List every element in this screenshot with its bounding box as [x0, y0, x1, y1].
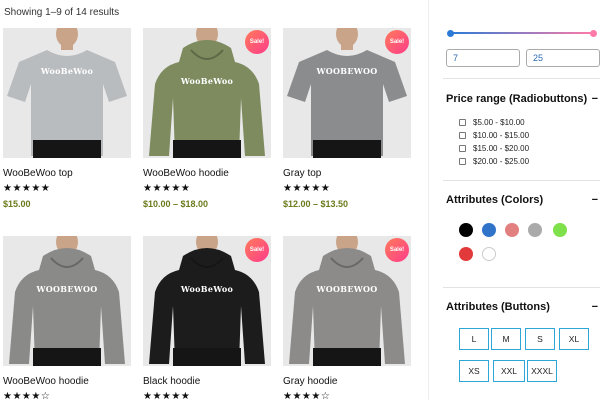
price-radio-option[interactable]: $15.00 - $20.00: [459, 142, 529, 155]
size-button[interactable]: L: [459, 328, 489, 350]
product-title[interactable]: Gray hoodie: [283, 376, 411, 387]
product-print-text: WOOBEWOO: [316, 284, 378, 294]
divider: [443, 180, 600, 181]
color-swatch[interactable]: [505, 223, 519, 237]
garment-illustration: [7, 28, 127, 158]
checkbox-icon[interactable]: [459, 145, 466, 152]
garment-illustration: [9, 236, 125, 366]
collapse-icon[interactable]: −: [592, 93, 598, 105]
colors-title[interactable]: Attributes (Colors) −: [446, 194, 598, 206]
color-swatch[interactable]: [553, 223, 567, 237]
checkbox-icon[interactable]: [459, 132, 466, 139]
price-slider-track: [451, 32, 593, 34]
sizes-title-text: Attributes (Buttons): [446, 301, 550, 313]
product-print-text: WOOBEWOO: [36, 284, 98, 294]
collapse-icon[interactable]: −: [592, 194, 598, 206]
color-swatch[interactable]: [459, 223, 473, 237]
product-price: $10.00 – $18.00: [143, 199, 209, 209]
price-radio-title[interactable]: Price range (Radiobuttons) −: [446, 93, 598, 105]
color-swatch[interactable]: [482, 247, 496, 261]
product-title[interactable]: WooBeWoo hoodie: [3, 376, 131, 387]
size-button[interactable]: S: [525, 328, 555, 350]
price-radio-label: $15.00 - $20.00: [473, 144, 530, 153]
price-slider-min-handle[interactable]: [447, 30, 454, 37]
price-radio-label: $10.00 - $15.00: [473, 131, 530, 140]
price-max-input[interactable]: 25: [526, 49, 600, 67]
divider: [443, 78, 600, 79]
sizes-title[interactable]: Attributes (Buttons) −: [446, 301, 598, 313]
product-card[interactable]: WooBeWoo Sale! Black hoodie ★★★★★: [143, 236, 271, 400]
sale-badge: Sale!: [245, 238, 269, 262]
star-rating: ★★★★☆: [3, 391, 51, 400]
product-card[interactable]: WOOBEWOO Sale! Gray hoodie ★★★★☆: [283, 236, 411, 400]
sale-badge: Sale!: [245, 30, 269, 54]
product-image[interactable]: WOOBEWOO: [3, 236, 131, 366]
filters-sidebar: 7 25 Price range (Radiobuttons) − $5.00 …: [428, 0, 600, 400]
size-button[interactable]: XXL: [493, 360, 525, 382]
checkbox-icon[interactable]: [459, 158, 466, 165]
price-radio-label: $20.00 - $25.00: [473, 157, 530, 166]
sale-badge: Sale!: [385, 30, 409, 54]
star-rating: ★★★★★: [143, 391, 191, 400]
product-title[interactable]: Black hoodie: [143, 376, 271, 387]
color-swatch[interactable]: [528, 223, 542, 237]
product-image[interactable]: WooBeWoo: [3, 28, 131, 158]
price-slider[interactable]: [447, 30, 597, 37]
price-radio-title-text: Price range (Radiobuttons): [446, 93, 588, 105]
sale-badge: Sale!: [385, 238, 409, 262]
star-rating: ★★★★☆: [283, 391, 331, 400]
product-print-text: WooBeWoo: [180, 284, 234, 294]
product-card[interactable]: WOOBEWOO Sale! Gray top ★★★★★ $12.00 – $…: [283, 28, 411, 209]
results-count: Showing 1–9 of 14 results: [4, 7, 120, 18]
product-card[interactable]: WOOBEWOO WooBeWoo hoodie ★★★★☆: [3, 236, 131, 400]
product-title[interactable]: WooBeWoo hoodie: [143, 168, 271, 179]
price-radio-option[interactable]: $5.00 - $10.00: [459, 116, 529, 129]
colors-title-text: Attributes (Colors): [446, 194, 544, 206]
product-title[interactable]: Gray top: [283, 168, 411, 179]
product-price: $15.00: [3, 199, 31, 209]
product-grid: Showing 1–9 of 14 results WooBeWoo WooBe…: [0, 0, 420, 400]
color-swatch[interactable]: [482, 223, 496, 237]
divider: [443, 287, 600, 288]
size-button[interactable]: XL: [559, 328, 589, 350]
product-image[interactable]: WOOBEWOO Sale!: [283, 236, 411, 366]
star-rating: ★★★★★: [3, 183, 51, 194]
size-button[interactable]: M: [491, 328, 521, 350]
price-radio-option[interactable]: $20.00 - $25.00: [459, 155, 529, 168]
price-min-input[interactable]: 7: [446, 49, 520, 67]
product-image[interactable]: WOOBEWOO Sale!: [283, 28, 411, 158]
price-radio-option[interactable]: $10.00 - $15.00: [459, 129, 529, 142]
product-price: $12.00 – $13.50: [283, 199, 349, 209]
product-title[interactable]: WooBeWoo top: [3, 168, 131, 179]
size-button[interactable]: XS: [459, 360, 489, 382]
size-button[interactable]: XXXL: [527, 360, 557, 382]
product-print-text: WooBeWoo: [40, 66, 94, 76]
star-rating: ★★★★★: [143, 183, 191, 194]
product-print-text: WOOBEWOO: [316, 66, 378, 76]
checkbox-icon[interactable]: [459, 119, 466, 126]
product-image[interactable]: WooBeWoo Sale!: [143, 28, 271, 158]
product-image[interactable]: WooBeWoo Sale!: [143, 236, 271, 366]
color-swatch[interactable]: [459, 247, 473, 261]
star-rating: ★★★★★: [283, 183, 331, 194]
price-radio-list: $5.00 - $10.00 $10.00 - $15.00 $15.00 - $2…: [459, 116, 529, 168]
collapse-icon[interactable]: −: [592, 301, 598, 313]
price-radio-label: $5.00 - $10.00: [473, 118, 525, 127]
product-card[interactable]: WooBeWoo WooBeWoo top ★★★★★ $15.00: [3, 28, 131, 209]
price-slider-max-handle[interactable]: [590, 30, 597, 37]
product-print-text: WooBeWoo: [180, 76, 234, 86]
product-card[interactable]: WooBeWoo Sale! WooBeWoo hoodie ★★★★★ $10…: [143, 28, 271, 209]
